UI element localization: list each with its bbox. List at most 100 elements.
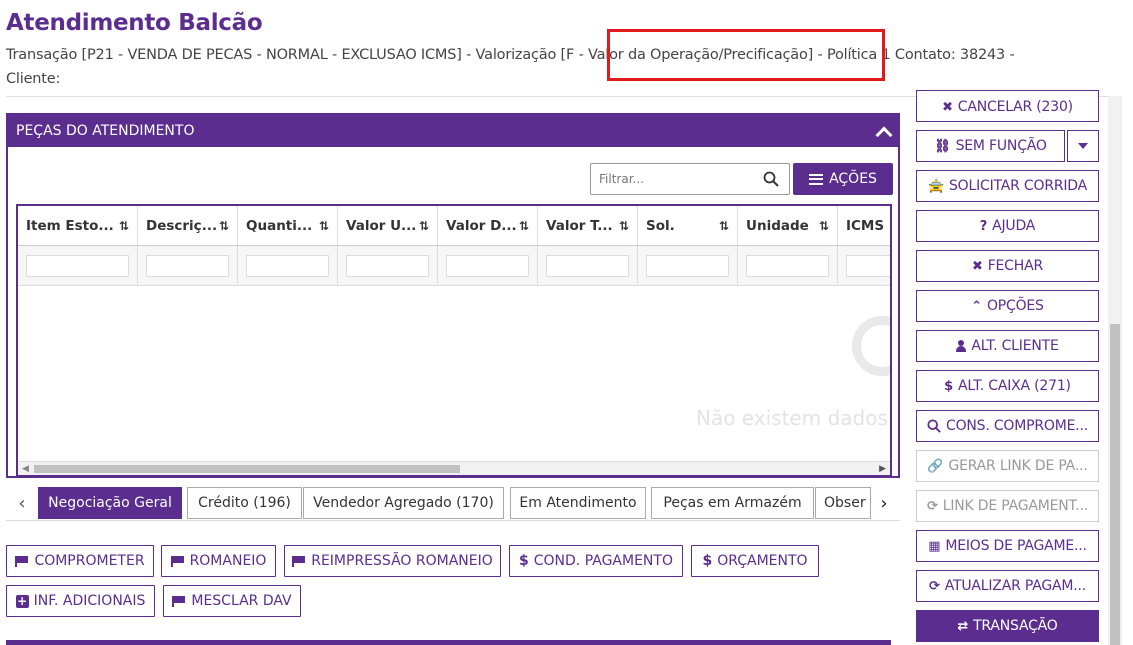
gerar-link-pagamento-button[interactable]: 🔗 GERAR LINK DE PA... (916, 450, 1099, 482)
sem-funcao-button[interactable]: ⛓ SEM FUNÇÃO (916, 130, 1065, 162)
tab-prev-icon[interactable]: ‹ (12, 487, 32, 519)
sort-icon[interactable]: ⇅ (219, 219, 229, 233)
column-header[interactable]: Item Esto... ⇅ (18, 206, 138, 245)
column-filter-input[interactable] (546, 254, 629, 277)
grid-header-row: Item Esto... ⇅ Descriç... ⇅ Quanti... ⇅ Val… (18, 206, 890, 246)
column-filter-input[interactable] (26, 254, 129, 277)
filter-input[interactable]: Filtrar... (590, 163, 790, 195)
column-filter-input[interactable] (646, 254, 729, 277)
column-filter-input[interactable] (746, 254, 829, 277)
tab-credito[interactable]: Crédito (196) (187, 487, 302, 519)
scroll-left-icon[interactable]: ◀ (22, 464, 29, 474)
sort-icon[interactable]: ⇅ (819, 219, 829, 233)
button-label: ALT. CLIENTE (971, 338, 1059, 354)
column-filter-input[interactable] (346, 254, 429, 277)
scrollbar-thumb[interactable] (1110, 324, 1120, 645)
button-label: CONS. COMPROME... (946, 418, 1088, 434)
filter-cell (638, 246, 738, 285)
column-filter-input[interactable] (846, 254, 890, 277)
fechar-button[interactable]: ✖ FECHAR (916, 250, 1099, 282)
column-header[interactable]: Descriç... ⇅ (138, 206, 238, 245)
orcamento-button[interactable]: $ ORÇAMENTO (691, 545, 819, 577)
scroll-right-icon[interactable]: ▶ (879, 464, 886, 474)
button-label: COND. PAGAMENTO (533, 553, 673, 569)
button-label: INF. ADICIONAIS (33, 593, 146, 609)
atualizar-pagamento-button[interactable]: ⟳ ATUALIZAR PAGAM... (916, 570, 1099, 602)
next-panel-header[interactable] (6, 640, 891, 645)
column-filter-input[interactable] (246, 254, 329, 277)
comprometer-button[interactable]: COMPROMETER (6, 545, 154, 577)
transaction-info: Transação [P21 - VENDA DE PECAS - NORMAL… (6, 43, 1106, 91)
column-header[interactable]: ICMS F (838, 206, 890, 245)
cond-pagamento-button[interactable]: $ COND. PAGAMENTO (509, 545, 683, 577)
sort-icon[interactable]: ⇅ (519, 219, 529, 233)
sem-funcao-dropdown[interactable] (1067, 130, 1099, 162)
column-filter-input[interactable] (146, 254, 229, 277)
client-info-line: Cliente: (6, 71, 61, 87)
reimpressao-romaneio-button[interactable]: REIMPRESSÃO ROMANEIO (284, 545, 501, 577)
link-pagamento-button[interactable]: ⟳ LINK DE PAGAMENT... (916, 490, 1099, 522)
meios-pagamento-button[interactable]: ▦ MEIOS DE PAGAME... (916, 530, 1099, 562)
mesclar-dav-button[interactable]: MESCLAR DAV (163, 585, 301, 617)
column-header[interactable]: Valor T... ⇅ (538, 206, 638, 245)
button-label: OPÇÕES (986, 298, 1044, 314)
user-icon (956, 340, 967, 352)
tab-pecas-armazem[interactable]: Peças em Armazém (651, 487, 814, 519)
alt-cliente-button[interactable]: ALT. CLIENTE (916, 330, 1099, 362)
parts-panel-header[interactable]: PEÇAS DO ATENDIMENTO (8, 115, 898, 147)
dollar-icon: $ (519, 553, 529, 569)
button-label: SEM FUNÇÃO (955, 138, 1047, 154)
close-icon: ✖ (942, 100, 953, 115)
grid-filter-row (18, 246, 890, 286)
sort-icon[interactable]: ⇅ (319, 219, 329, 233)
solicitar-corrida-button[interactable]: 🚖 SOLICITAR CORRIDA (916, 170, 1099, 202)
filter-cell (138, 246, 238, 285)
column-header[interactable]: Valor U... ⇅ (338, 206, 438, 245)
button-label: COMPROMETER (34, 553, 145, 569)
tab-observacoes[interactable]: Obser (815, 487, 871, 519)
column-header[interactable]: Quanti... ⇅ (238, 206, 338, 245)
vertical-scrollbar[interactable] (1108, 96, 1122, 645)
column-header[interactable]: Valor D... ⇅ (438, 206, 538, 245)
tab-negociacao-geral[interactable]: Negociação Geral (38, 487, 182, 519)
button-label: SOLICITAR CORRIDA (948, 178, 1088, 194)
button-label: ATUALIZAR PAGAM... (944, 578, 1086, 594)
alt-caixa-button[interactable]: $ ALT. CAIXA (271) (916, 370, 1099, 402)
column-header[interactable]: Unidade ⇅ (738, 206, 838, 245)
horizontal-scrollbar[interactable]: ◀ ▶ (18, 461, 890, 475)
tab-em-atendimento[interactable]: Em Atendimento (510, 487, 646, 519)
romaneio-button[interactable]: ROMANEIO (161, 545, 276, 577)
opcoes-button[interactable]: ⌃ OPÇÕES (916, 290, 1099, 322)
cons-comprometimento-button[interactable]: CONS. COMPROME... (916, 410, 1099, 442)
ajuda-button[interactable]: ? AJUDA (916, 210, 1099, 242)
column-filter-input[interactable] (446, 254, 529, 277)
sort-icon[interactable]: ⇅ (719, 219, 729, 233)
column-header-label: Valor U... (346, 217, 417, 234)
parts-panel: PEÇAS DO ATENDIMENTO Filtrar... AÇÕES It… (6, 113, 900, 478)
tab-next-icon[interactable]: › (874, 487, 894, 519)
cancelar-button[interactable]: ✖ CANCELAR (230) (916, 90, 1099, 122)
column-header-label: Quanti... (246, 217, 313, 234)
plus-icon: + (15, 593, 29, 608)
tab-vendedor-agregado[interactable]: Vendedor Agregado (170) (303, 487, 504, 519)
close-icon: ✖ (971, 258, 983, 274)
inf-adicionais-button[interactable]: + INF. ADICIONAIS (6, 585, 155, 617)
transacao-button[interactable]: ⇄ TRANSAÇÃO (916, 610, 1099, 642)
button-label: FECHAR (987, 258, 1044, 274)
button-label: MESCLAR DAV (191, 593, 292, 609)
scrollbar-thumb[interactable] (34, 465, 460, 473)
button-label: AJUDA (992, 218, 1036, 234)
search-icon[interactable] (763, 171, 779, 187)
actions-button[interactable]: AÇÕES (793, 163, 893, 195)
collapse-chevron-icon[interactable] (876, 124, 890, 138)
empty-state-text: Não existem dados (696, 406, 888, 430)
flag-icon (15, 555, 29, 567)
empty-state-icon (852, 316, 890, 376)
column-header[interactable]: Sol. ⇅ (638, 206, 738, 245)
sort-icon[interactable]: ⇅ (119, 219, 129, 233)
question-icon: ? (979, 218, 988, 234)
parts-grid: Item Esto... ⇅ Descriç... ⇅ Quanti... ⇅ Val… (16, 204, 892, 477)
sort-icon[interactable]: ⇅ (619, 219, 629, 233)
transaction-info-line: Transação [P21 - VENDA DE PECAS - NORMAL… (6, 47, 1015, 63)
sort-icon[interactable]: ⇅ (419, 219, 429, 233)
